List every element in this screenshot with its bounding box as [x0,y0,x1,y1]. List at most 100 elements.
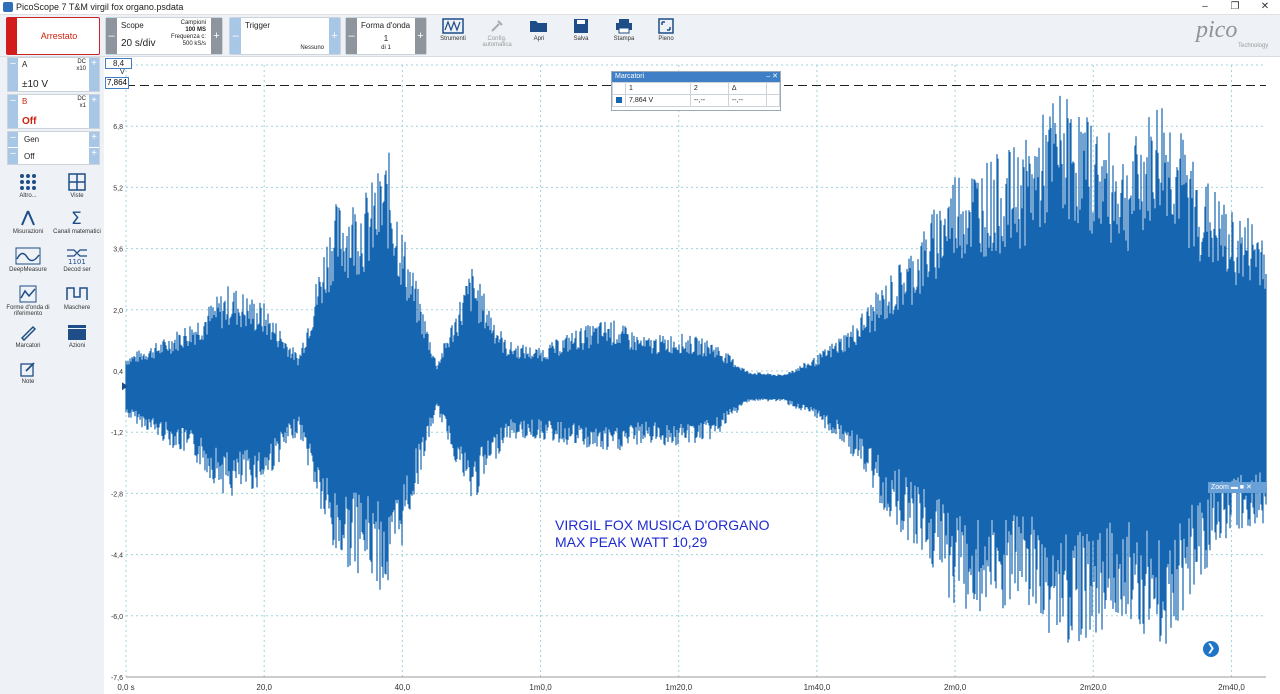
restore-button[interactable]: ❐ [1220,0,1250,14]
channel-a-range[interactable]: ±10 V [22,79,48,90]
views-label: Viste [70,193,84,199]
trigger-minus-button[interactable]: – [230,18,241,54]
y-tick-label: -7,6 [111,675,123,682]
channel-a-probe-label: x10 [76,66,86,72]
reference-waveforms-button[interactable]: Forme d'onda di riferimento [4,285,52,317]
run-status-label: Arrestato [40,31,78,41]
trigger-group: – Trigger Nessuno + [229,17,341,55]
zoom-overview-panel[interactable]: Zoom ▬ ■ ✕ [1208,482,1267,493]
pico-logo: pico Technology [1196,17,1276,53]
marker-col-2: 2 [689,82,729,95]
waveform-group: – Forma d'onda 1 di 1 + [345,17,427,55]
scope-view[interactable]: 6,8 5,2 3,6 2,0 0,4 -1,2 -2,8 -4,4 -6,0 -7,6 0,0 s… [104,57,1280,694]
gen-state[interactable]: Off [24,152,35,161]
pencil-icon [20,325,37,341]
freq-value: 500 kS/s [182,41,206,47]
channel-a-plus-button[interactable]: + [89,58,99,91]
print-button[interactable]: Stampa [602,17,646,53]
timebase-minus-button[interactable]: – [106,18,117,54]
timebase-value[interactable]: 20 s/div [121,38,155,49]
markers-window[interactable]: Marcatori – ✕ 1 2 Δ 7,864 V --,-- --,-- [611,71,781,111]
waveform-next-button[interactable]: + [415,18,426,54]
save-label: Salva [573,36,589,42]
auto-setup-label: Config. automatica [482,36,512,48]
channel-b-range[interactable]: Off [22,116,36,127]
deepmeasure-label: DeepMeasure [9,267,47,273]
math-channels-button[interactable]: Σ Canali matematici [53,209,101,235]
measurements-button[interactable]: Misurazioni [4,209,52,235]
auto-setup-icon [491,20,503,32]
zoom-label: Zoom [1211,484,1229,491]
note-icon [20,362,35,377]
gen-plus-button[interactable]: + [89,132,99,147]
close-button[interactable]: ✕ [1250,0,1280,14]
save-button[interactable]: Salva [559,17,603,53]
channel-b-panel[interactable]: – B DC x1 Off + [7,94,100,129]
markers-window-close-icon[interactable]: – ✕ [766,72,778,82]
y-tick-label: 0,4 [113,369,123,376]
more-dots-icon [20,174,36,190]
waveform-chart[interactable]: 6,8 5,2 3,6 2,0 0,4 -1,2 -2,8 -4,4 -6,0 -7,60,0 s… [104,57,1280,694]
marker-value-badge[interactable]: 7,864 [105,77,129,89]
views-button[interactable]: Viste [53,173,101,199]
reference-waveforms-label: Forme d'onda di riferimento [6,305,50,317]
channel-a-panel[interactable]: – A DC x10 ±10 V + [7,57,100,92]
annotation-note[interactable]: VIRGIL FOX MUSICA D'ORGANO MAX PEAK WATT… [555,517,770,551]
channel-b-coupling-label: DC [77,96,86,102]
fullscreen-label: Pieno [658,36,674,42]
auto-setup-button[interactable]: Config. automatica [475,17,519,53]
trigger-plus-button[interactable]: + [329,18,340,54]
markers-window-header[interactable]: Marcatori – ✕ [612,72,780,82]
trigger-mode[interactable]: Nessuno [300,45,324,51]
masks-icon [66,287,88,300]
toolbar: Arrestato – Scope 20 s/div Campioni 100 … [0,15,1280,57]
annotation-line-1: VIRGIL FOX MUSICA D'ORGANO [555,517,770,533]
markers-window-title: Marcatori [615,73,645,80]
scope-label: Scope [121,21,144,30]
channel-b-plus-button[interactable]: + [89,95,99,128]
actions-button[interactable]: Azioni [53,323,101,349]
waveform-count: di 1 [381,45,391,51]
gen-minus-button[interactable]: – [8,132,18,147]
y-top-value[interactable]: 8,4 [105,58,132,69]
marker-value-delta: --,-- [727,94,768,107]
annotation-line-2: MAX PEAK WATT 10,29 [555,534,708,550]
channel-a-minus-button[interactable]: – [8,58,18,91]
minimize-button[interactable]: – [1190,0,1220,14]
channel-a-coupling-label: DC [77,59,86,65]
gen-state-minus-button[interactable]: – [8,148,18,164]
zoom-window-controls-icon[interactable]: ▬ ■ ✕ [1231,484,1252,491]
notes-button[interactable]: Note [4,361,52,385]
serial-decode-button[interactable]: 1101 Decod ser [53,247,101,273]
run-stop-button[interactable]: Arrestato [6,17,100,55]
instruments-button[interactable]: Strumenti [431,17,475,53]
timebase-plus-button[interactable]: + [211,18,222,54]
x-tick-label: 1m40,0 [804,683,831,692]
deepmeasure-button[interactable]: DeepMeasure [4,247,52,273]
x-tick-label: 1m20,0 [665,683,692,692]
waveform-label: Forma d'onda [361,21,411,30]
waveform-current[interactable]: 1 [361,34,411,43]
views-grid-icon [68,173,86,191]
generator-panel[interactable]: – Gen + – Off + [7,131,100,165]
y-tick-label: -4,4 [111,553,123,560]
channel-a-name: A [22,60,28,69]
masks-button[interactable]: Maschere [53,285,101,311]
samples-info[interactable]: Campioni 100 MS Frequenza c: 500 kS/s [166,20,206,48]
instruments-label: Strumenti [440,36,466,42]
deepmeasure-icon [15,247,41,265]
scroll-right-icon[interactable]: ❯ [1203,641,1219,657]
channel-b-minus-button[interactable]: – [8,95,18,128]
markers-button[interactable]: Marcatori [4,323,52,349]
marker-col-1: 1 [625,82,691,95]
gen-state-plus-button[interactable]: + [89,148,99,164]
x-tick-label: 2m40,0 [1218,683,1245,692]
measurements-label: Misurazioni [12,229,44,235]
channel-b-name: B [22,97,28,106]
fullscreen-button[interactable]: Pieno [644,17,688,53]
waveform-prev-button[interactable]: – [346,18,357,54]
open-button[interactable]: Apri [517,17,561,53]
svg-text:Σ: Σ [71,209,82,227]
more-button[interactable]: Altro... [4,173,52,199]
notes-label: Note [21,379,35,385]
